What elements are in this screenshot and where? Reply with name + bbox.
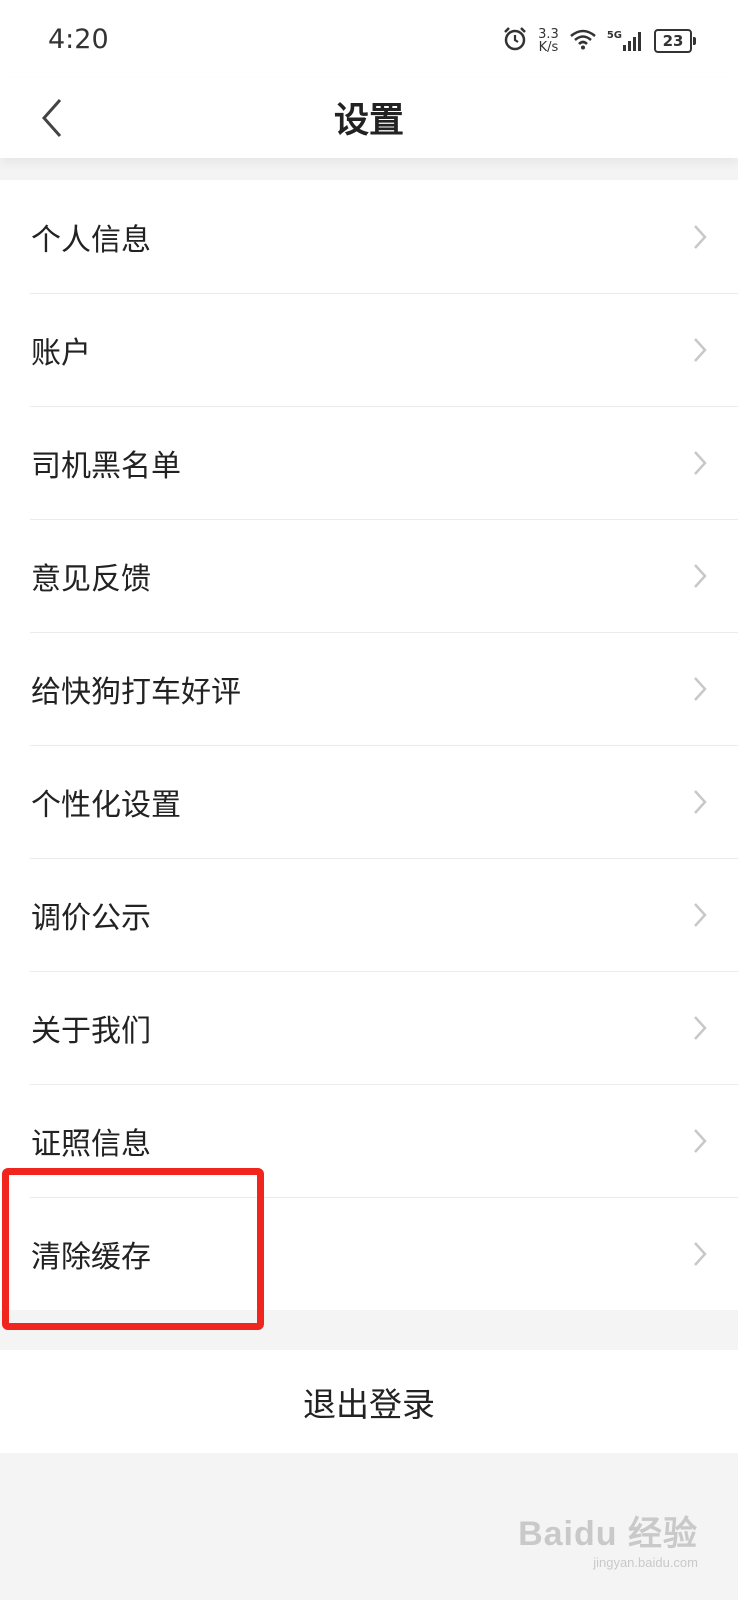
chevron-right-icon xyxy=(690,1014,710,1042)
battery-level: 23 xyxy=(662,32,684,50)
menu-item-driver-blacklist[interactable]: 司机黑名单 xyxy=(0,406,738,519)
menu-item-personal-info[interactable]: 个人信息 xyxy=(0,180,738,293)
network-type: 5G xyxy=(606,30,622,41)
navbar: 设置 xyxy=(0,78,738,158)
menu-item-label: 清除缓存 xyxy=(31,1239,151,1275)
baidu-watermark: Baidu 经验 jingyan.baidu.com xyxy=(518,1506,698,1570)
menu-item-label: 调价公示 xyxy=(31,900,151,936)
net-speed: 3.3 K/s xyxy=(538,28,559,54)
signal-5g-icon: 5G xyxy=(607,30,644,52)
menu-item-label: 证照信息 xyxy=(31,1126,151,1162)
settings-menu: 个人信息 账户 司机黑名单 意见反馈 给快狗打车好评 个性化设置 调价公示 关于… xyxy=(0,180,738,1310)
menu-item-account[interactable]: 账户 xyxy=(0,293,738,406)
net-speed-unit: K/s xyxy=(538,40,559,55)
menu-item-label: 账户 xyxy=(31,335,91,371)
logout-label: 退出登录 xyxy=(303,1384,435,1424)
chevron-right-icon xyxy=(690,901,710,929)
battery-icon: 23 xyxy=(654,29,696,53)
chevron-right-icon xyxy=(690,788,710,816)
status-time: 4:20 xyxy=(48,24,109,55)
menu-item-label: 关于我们 xyxy=(31,1013,151,1049)
chevron-right-icon xyxy=(690,223,710,251)
wifi-icon xyxy=(569,28,597,54)
chevron-right-icon xyxy=(690,449,710,477)
menu-item-label: 个人信息 xyxy=(31,222,151,258)
menu-item-label: 给快狗打车好评 xyxy=(31,674,241,710)
page-title: 设置 xyxy=(333,101,404,141)
chevron-right-icon xyxy=(690,562,710,590)
watermark-url: jingyan.baidu.com xyxy=(593,1555,698,1570)
logout-button[interactable]: 退出登录 xyxy=(0,1350,738,1453)
menu-item-rate-app[interactable]: 给快狗打车好评 xyxy=(0,632,738,745)
menu-item-about-us[interactable]: 关于我们 xyxy=(0,971,738,1084)
chevron-right-icon xyxy=(690,1240,710,1268)
menu-item-price-notice[interactable]: 调价公示 xyxy=(0,858,738,971)
menu-item-personalization[interactable]: 个性化设置 xyxy=(0,745,738,858)
menu-item-label: 意见反馈 xyxy=(31,561,151,597)
menu-item-feedback[interactable]: 意见反馈 xyxy=(0,519,738,632)
menu-item-clear-cache[interactable]: 清除缓存 xyxy=(0,1197,738,1310)
menu-item-license-info[interactable]: 证照信息 xyxy=(0,1084,738,1197)
status-icons: 3.3 K/s 5G 23 xyxy=(502,26,696,56)
chevron-right-icon xyxy=(690,675,710,703)
alarm-icon xyxy=(502,26,528,56)
menu-item-label: 个性化设置 xyxy=(31,787,181,823)
watermark-logo: Baidu 经验 xyxy=(518,1515,698,1553)
menu-item-label: 司机黑名单 xyxy=(31,448,181,484)
chevron-right-icon xyxy=(690,1127,710,1155)
chevron-right-icon xyxy=(690,336,710,364)
status-bar: 4:20 3.3 K/s 5G 23 xyxy=(0,0,738,78)
